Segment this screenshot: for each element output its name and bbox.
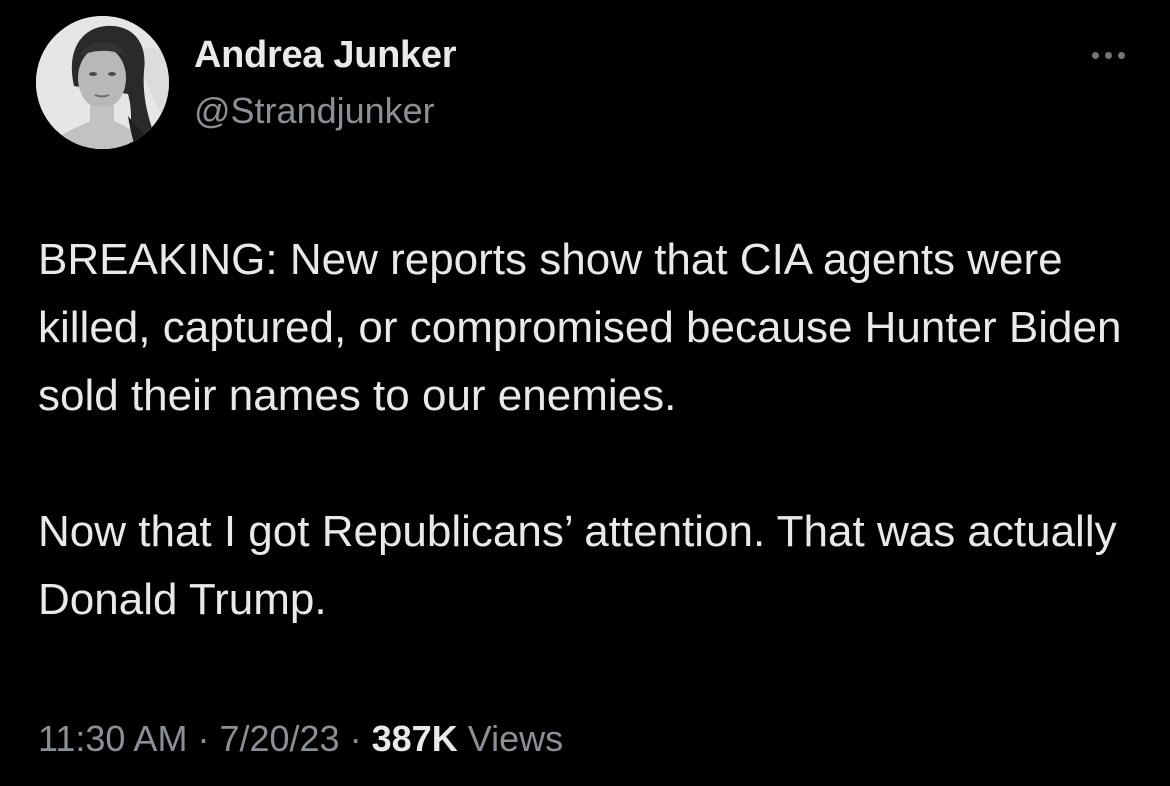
tweet: Andrea Junker @Strandjunker BREAKING: Ne… — [0, 0, 1170, 786]
tweet-time[interactable]: 11:30 AM — [38, 718, 187, 759]
author-handle[interactable]: @Strandjunker — [194, 90, 435, 132]
more-horizontal-icon-dot — [1104, 51, 1112, 59]
tweet-date[interactable]: 7/20/23 — [219, 718, 339, 759]
avatar-photo — [36, 16, 169, 149]
meta-separator: · — [197, 718, 210, 759]
tweet-text: BREAKING: New reports show that CIA agen… — [38, 226, 1148, 634]
tweet-meta: 11:30 AM · 7/20/23 · 387K Views — [38, 718, 563, 760]
meta-separator: · — [349, 718, 362, 759]
views-count[interactable]: 387K — [372, 718, 458, 759]
author-display-name[interactable]: Andrea Junker — [194, 34, 457, 77]
tweet-paragraph: Now that I got Republicans’ attention. T… — [38, 507, 1117, 624]
more-horizontal-icon-dot — [1117, 51, 1125, 59]
more-horizontal-icon — [1091, 51, 1099, 59]
tweet-paragraph: BREAKING: New reports show that CIA agen… — [38, 235, 1122, 420]
more-options-button[interactable] — [1080, 40, 1136, 70]
views-label: Views — [467, 718, 564, 759]
avatar[interactable] — [36, 16, 169, 149]
